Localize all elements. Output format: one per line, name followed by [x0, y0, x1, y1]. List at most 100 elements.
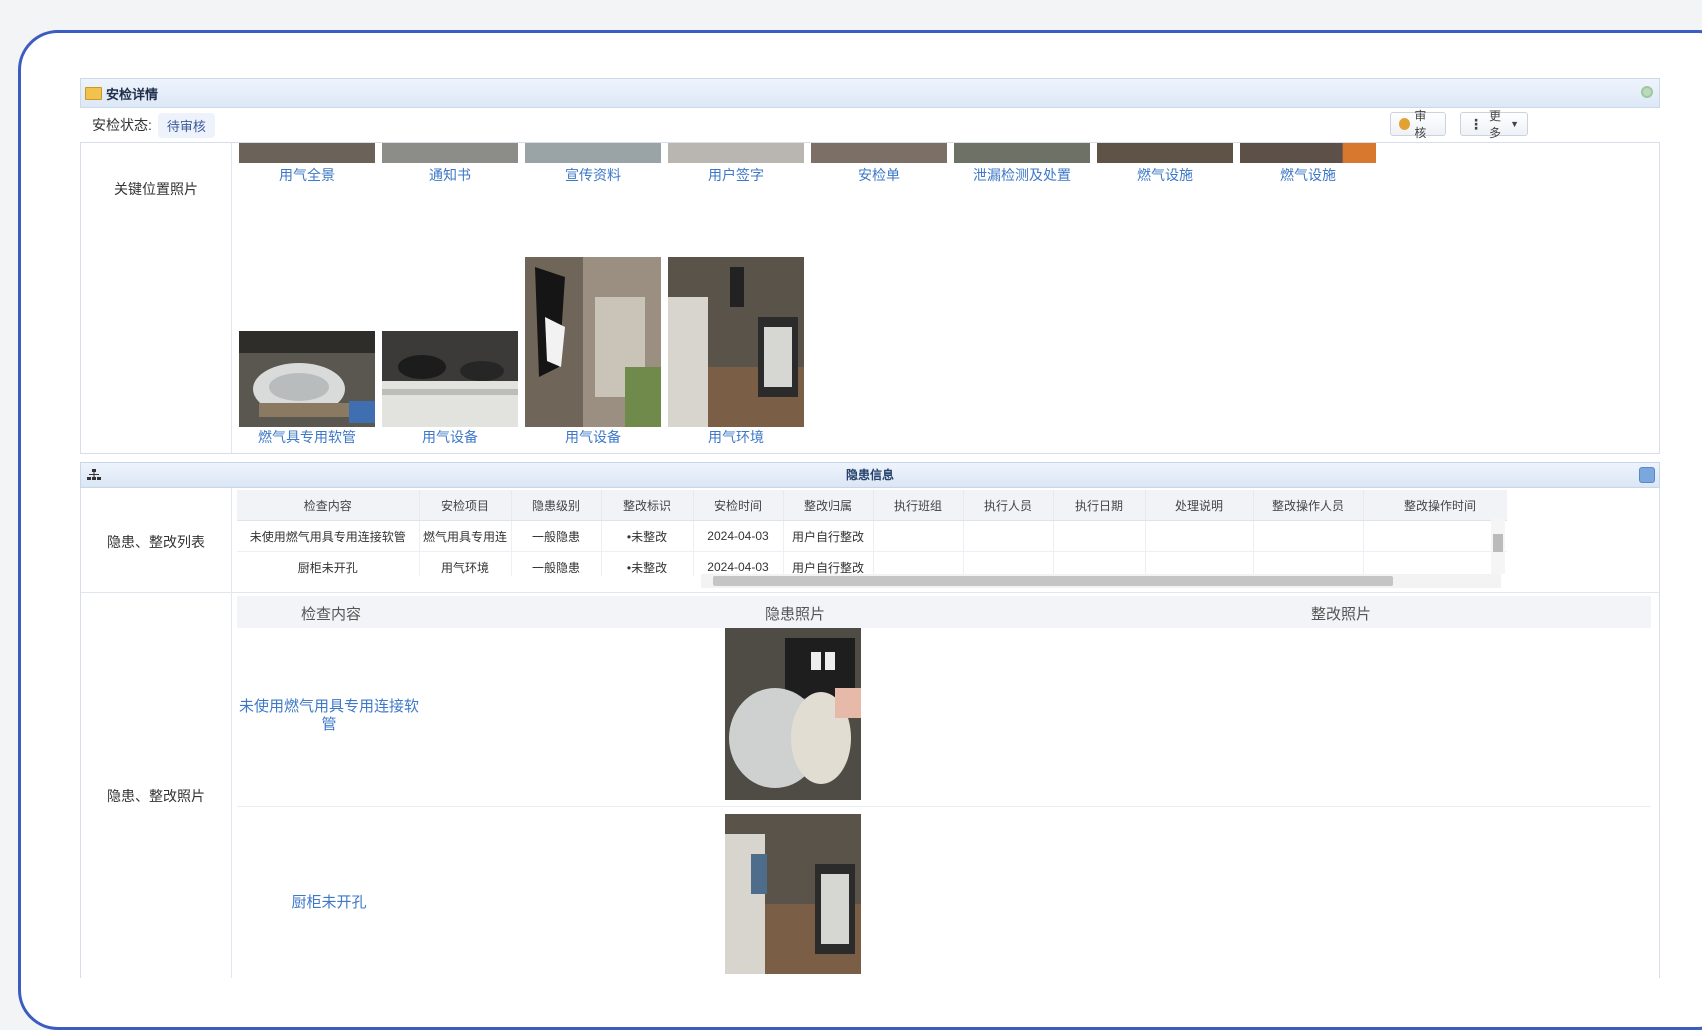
column-header[interactable]: 整改操作时间: [1363, 490, 1507, 521]
window-titlebar: 安检详情: [80, 78, 1660, 108]
user-icon: [1399, 118, 1411, 130]
photo-thumbnail[interactable]: [382, 331, 518, 427]
photo-thumbnail[interactable]: [525, 143, 661, 163]
hazard-photos-label: 隐患、整改照片: [107, 788, 205, 804]
column-header[interactable]: 执行日期: [1053, 490, 1146, 521]
scrollbar-thumb[interactable]: [713, 576, 1393, 586]
horizontal-scrollbar[interactable]: [701, 574, 1501, 588]
status-badge: 待审核: [157, 112, 215, 138]
photo-thumbnail[interactable]: [1240, 143, 1376, 163]
photo-thumbnail[interactable]: [382, 143, 518, 163]
table-cell: [1253, 520, 1364, 552]
photo-thumbnail[interactable]: [668, 257, 804, 427]
table-row[interactable]: 厨柜未开孔 用气环境 一般隐患 •未整改 2024-04-03 用户自行整改: [237, 551, 1507, 576]
audit-button-label: 审核: [1414, 109, 1427, 140]
photo-caption[interactable]: 燃气设施: [1090, 165, 1240, 185]
table-cell: 一般隐患: [511, 551, 602, 576]
hazard-panel-header: 隐患信息: [80, 462, 1660, 488]
status-label: 安检状态:: [92, 117, 152, 133]
status-bar: 安检状态: 待审核 审核 ⋮ 更多 ▼: [80, 108, 1660, 143]
photo-caption[interactable]: 用气环境: [661, 427, 811, 447]
table-cell: [1253, 551, 1364, 576]
inspection-content-link[interactable]: 厨柜未开孔: [239, 894, 419, 912]
table-cell: 未使用燃气用具专用连接软管: [237, 520, 420, 552]
inspection-content-link[interactable]: 未使用燃气用具专用连接软管: [239, 698, 419, 734]
table-cell: 2024-04-03: [693, 551, 784, 576]
photo-caption[interactable]: 用气设备: [375, 427, 525, 447]
photo-caption[interactable]: 用户签字: [661, 165, 811, 185]
photos-header-content: 检查内容: [301, 606, 362, 623]
column-header[interactable]: 安检项目: [419, 490, 512, 521]
photo-caption[interactable]: 燃气具专用软管: [232, 427, 382, 447]
detail-window: 安检详情 安检状态: 待审核 审核 ⋮ 更多 ▼ 关键位置照片 用气全景 通知书…: [80, 78, 1660, 978]
key-photos-section: 关键位置照片 用气全景 通知书 宣传资料 用户签字 安检单 泄漏检测及处置 燃气…: [80, 142, 1660, 454]
vertical-scrollbar[interactable]: [1491, 518, 1505, 574]
photo-thumbnail[interactable]: [811, 143, 947, 163]
photos-header-fix: 整改照片: [1311, 606, 1372, 623]
column-header[interactable]: 整改操作人员: [1253, 490, 1364, 521]
table-cell: 用气环境: [419, 551, 512, 576]
status-cell: •未整改: [601, 551, 694, 576]
table-cell: [963, 520, 1054, 552]
photo-caption[interactable]: 用气设备: [518, 427, 668, 447]
key-photos-label: 关键位置照片: [114, 181, 198, 197]
table-cell: 用户自行整改: [783, 551, 874, 576]
photo-thumbnail[interactable]: [668, 143, 804, 163]
photo-thumbnail[interactable]: [239, 331, 375, 427]
more-dots-icon: ⋮: [1469, 116, 1483, 132]
table-cell: [873, 551, 964, 576]
divider: [231, 143, 232, 453]
table-row[interactable]: 未使用燃气用具专用连接软管 燃气用具专用连 一般隐患 •未整改 2024-04-…: [237, 520, 1507, 552]
scrollbar-thumb[interactable]: [1493, 534, 1503, 552]
hazard-photo[interactable]: [725, 628, 861, 800]
photo-caption[interactable]: 宣传资料: [518, 165, 668, 185]
column-header[interactable]: 执行人员: [963, 490, 1054, 521]
photo-caption[interactable]: 通知书: [375, 165, 525, 185]
hazard-table-viewport: 检查内容 安检项目 隐患级别 整改标识 安检时间 整改归属 执行班组 执行人员 …: [237, 490, 1507, 576]
column-header[interactable]: 安检时间: [693, 490, 784, 521]
photo-caption[interactable]: 用气全景: [232, 165, 382, 185]
table-cell: [873, 520, 964, 552]
column-header[interactable]: 整改标识: [601, 490, 694, 521]
more-button[interactable]: ⋮ 更多 ▼: [1460, 109, 1528, 140]
table-cell: 燃气用具专用连: [419, 520, 512, 552]
table-header-row: 检查内容 安检项目 隐患级别 整改标识 安检时间 整改归属 执行班组 执行人员 …: [237, 490, 1507, 521]
table-cell: 用户自行整改: [783, 520, 874, 552]
photo-caption[interactable]: 安检单: [804, 165, 954, 185]
column-header[interactable]: 处理说明: [1145, 490, 1254, 521]
folder-icon: [85, 86, 102, 100]
photo-thumbnail[interactable]: [954, 143, 1090, 163]
photo-thumbnail[interactable]: [525, 257, 661, 427]
table-cell: [1363, 551, 1507, 576]
column-header[interactable]: 隐患级别: [511, 490, 602, 521]
column-header[interactable]: 整改归属: [783, 490, 874, 521]
photo-thumbnail[interactable]: [239, 143, 375, 163]
photos-header: 检查内容 隐患照片 整改照片: [237, 596, 1651, 628]
collapse-icon[interactable]: [1639, 467, 1655, 483]
tree-icon: [87, 469, 101, 480]
hazard-section: 隐患、整改列表 检查内容 安检项目 隐患级别 整改标识 安检时间 整改归属 执行…: [80, 488, 1660, 978]
hazard-photo[interactable]: [725, 814, 861, 974]
gear-icon[interactable]: [1641, 86, 1653, 98]
photo-caption[interactable]: 泄漏检测及处置: [947, 165, 1097, 185]
column-header[interactable]: 检查内容: [237, 490, 420, 521]
table-cell: [1053, 520, 1146, 552]
table-cell: [1363, 520, 1507, 552]
caret-down-icon: ▼: [1510, 119, 1519, 129]
table-cell: 厨柜未开孔: [237, 551, 420, 576]
table-cell: [1053, 551, 1146, 576]
photos-header-hazard: 隐患照片: [765, 606, 826, 623]
column-header[interactable]: 执行班组: [873, 490, 964, 521]
photo-caption[interactable]: 燃气设施: [1233, 165, 1383, 185]
table-cell: [1145, 520, 1254, 552]
status-cell: •未整改: [601, 520, 694, 552]
hazard-table: 检查内容 安检项目 隐患级别 整改标识 安检时间 整改归属 执行班组 执行人员 …: [237, 490, 1507, 576]
table-cell: 一般隐患: [511, 520, 602, 552]
more-button-label: 更多: [1489, 109, 1502, 140]
audit-button[interactable]: 审核: [1390, 109, 1446, 140]
row-divider: [237, 806, 1651, 807]
table-cell: [963, 551, 1054, 576]
table-cell: 2024-04-03: [693, 520, 784, 552]
photo-thumbnail[interactable]: [1097, 143, 1233, 163]
divider: [231, 488, 232, 978]
